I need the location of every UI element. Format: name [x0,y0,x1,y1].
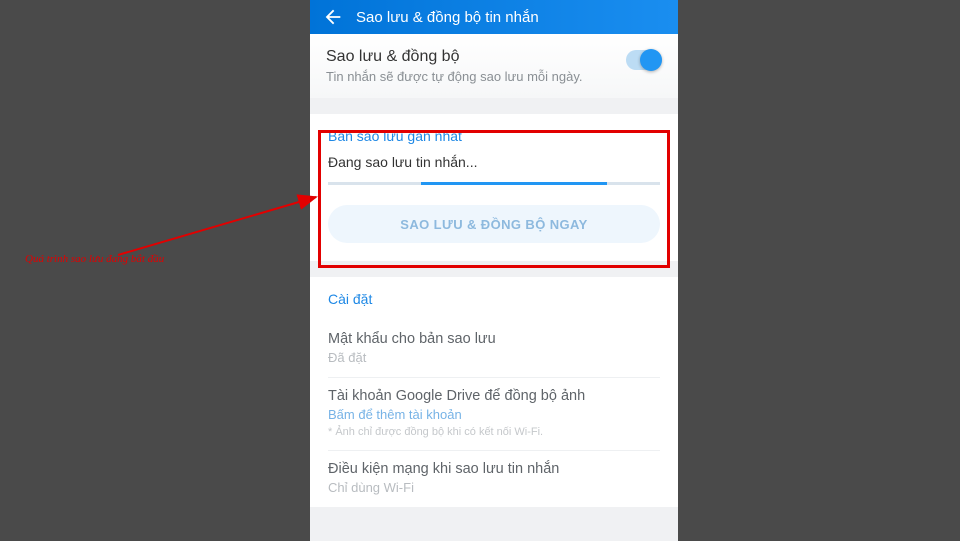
sync-now-button[interactable]: SAO LƯU & ĐỒNG BỘ NGAY [328,205,660,243]
setting-note: * Ảnh chỉ được đồng bộ khi có kết nối Wi… [328,426,660,438]
setting-item-network[interactable]: Điều kiện mạng khi sao lưu tin nhắn Chỉ … [328,451,660,507]
setting-label: Điều kiện mạng khi sao lưu tin nhắn [328,461,660,477]
setting-label: Mật khẩu cho bản sao lưu [328,331,660,347]
backup-progress-bar [328,182,660,185]
phone-frame: Sao lưu & đồng bộ tin nhắn Sao lưu & đồn… [310,0,678,541]
recent-backup-card: Bản sao lưu gần nhất Đang sao lưu tin nh… [310,114,678,261]
sync-toggle-card: Sao lưu & đồng bộ Tin nhắn sẽ được tự độ… [310,34,678,98]
backup-status-text: Đang sao lưu tin nhắn... [328,154,660,170]
appbar-title: Sao lưu & đồng bộ tin nhắn [356,9,539,26]
recent-backup-heading: Bản sao lưu gần nhất [328,128,660,144]
sync-toggle-subtitle: Tin nhắn sẽ được tự động sao lưu mỗi ngà… [326,69,583,84]
setting-value: Bấm để thêm tài khoản [328,407,660,422]
back-arrow-icon[interactable] [322,7,342,27]
sync-toggle-switch[interactable] [626,50,662,70]
settings-card: Cài đặt Mật khẩu cho bản sao lưu Đã đặt … [310,277,678,507]
setting-value: Đã đặt [328,350,660,365]
app-bar: Sao lưu & đồng bộ tin nhắn [310,0,678,34]
setting-value: Chỉ dùng Wi-Fi [328,480,660,495]
setting-item-password[interactable]: Mật khẩu cho bản sao lưu Đã đặt [328,321,660,378]
setting-item-google-drive[interactable]: Tài khoản Google Drive để đồng bộ ảnh Bấ… [328,378,660,451]
sync-toggle-title: Sao lưu & đồng bộ [326,48,583,66]
settings-heading: Cài đặt [328,291,660,307]
setting-label: Tài khoản Google Drive để đồng bộ ảnh [328,388,660,404]
annotation-text: Quá trình sao lưu đang bắt đầu [25,253,164,265]
